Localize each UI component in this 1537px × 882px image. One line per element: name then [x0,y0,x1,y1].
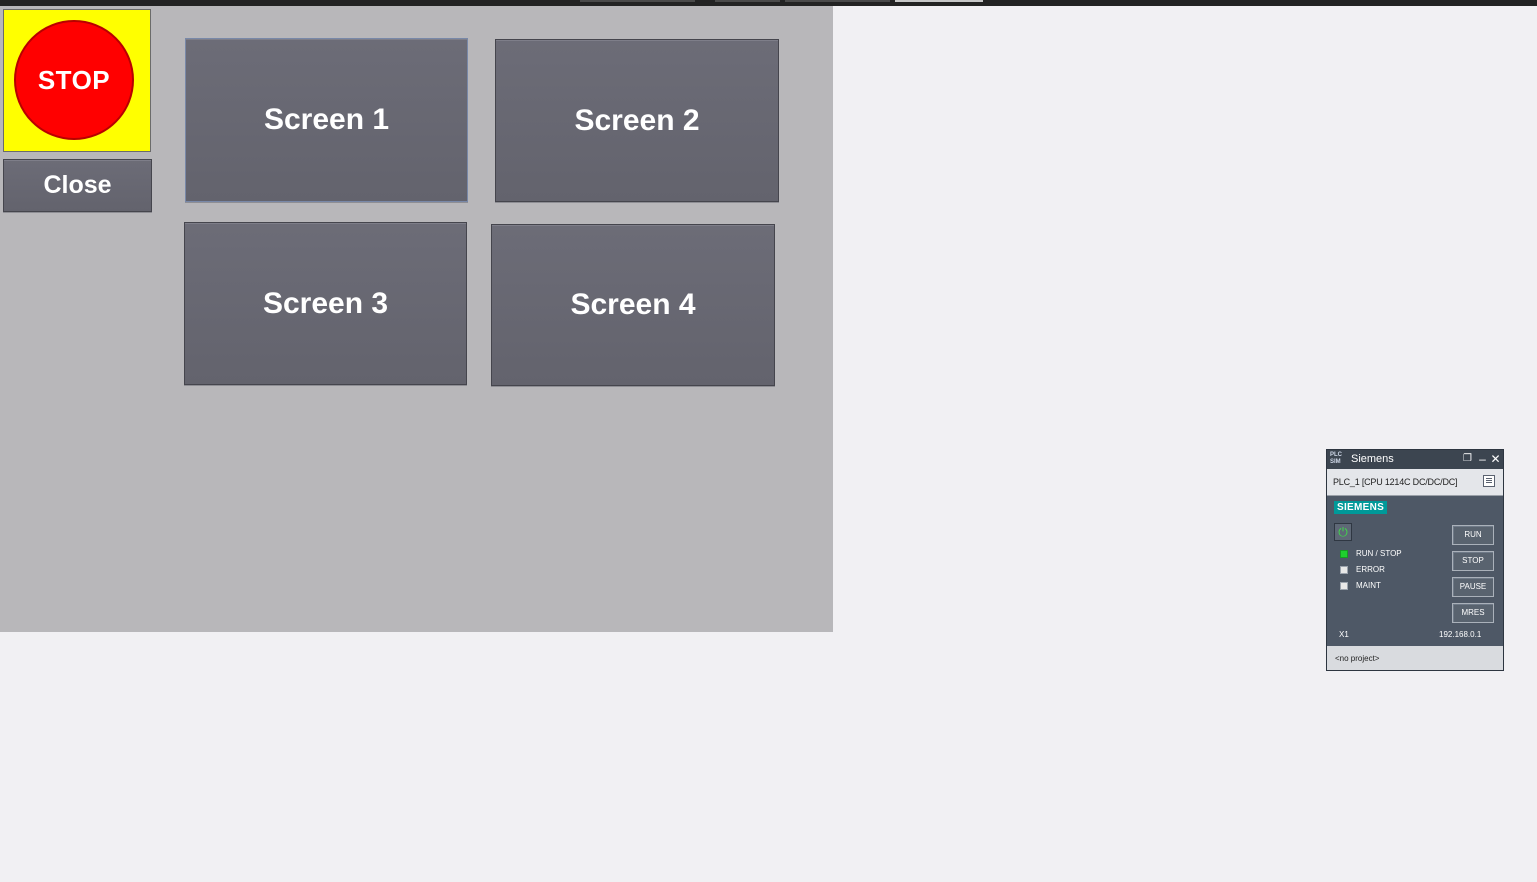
pause-button[interactable]: PAUSE [1452,577,1494,597]
led-label: MAINT [1356,581,1381,590]
ip-address: 192.168.0.1 [1439,630,1482,639]
device-row: PLC_1 [CPU 1214C DC/DC/DC] [1327,469,1503,496]
led-label: RUN / STOP [1356,549,1402,558]
emergency-stop-button[interactable]: STOP [3,9,151,152]
led-label: ERROR [1356,565,1385,574]
plcsim-titlebar[interactable]: PLC SIM Siemens ❐ – ✕ [1327,450,1503,469]
mres-button[interactable]: MRES [1452,603,1494,623]
taskbar-thumbnail [715,0,780,2]
taskbar-thumbnail [580,0,695,2]
led-indicator [1340,566,1348,574]
screen-2-button[interactable]: Screen 2 [495,39,779,202]
minimize-icon[interactable]: – [1476,451,1489,467]
led-indicator [1340,550,1348,558]
window-title: Siemens [1351,453,1394,465]
siemens-logo: SIEMENS [1334,501,1388,514]
interface-label: X1 [1339,630,1349,639]
taskbar-thumbnail [785,0,890,2]
project-status: <no project> [1335,654,1380,663]
plcsim-app-icon: PLC SIM [1330,452,1342,465]
screen-1-button[interactable]: Screen 1 [185,38,468,202]
close-icon[interactable]: ✕ [1489,451,1502,467]
device-properties-icon[interactable] [1483,475,1495,487]
screen-4-button[interactable]: Screen 4 [491,224,775,386]
device-name: PLC_1 [CPU 1214C DC/DC/DC] [1333,477,1458,487]
stop-circle: STOP [14,20,134,140]
stop-button[interactable]: STOP [1452,551,1494,571]
stop-label: STOP [37,64,111,95]
power-icon[interactable]: ⏻ [1334,523,1352,541]
close-button[interactable]: Close [3,159,152,212]
plcsim-window: PLC SIM Siemens ❐ – ✕ PLC_1 [CPU 1214C DC… [1326,449,1504,671]
screen-3-button[interactable]: Screen 3 [184,222,467,385]
run-button[interactable]: RUN [1452,525,1494,545]
led-indicator [1340,582,1348,590]
taskbar-thumbnail [895,0,983,2]
hmi-screen-panel: STOP Close Screen 1 Screen 2 Screen 3 Sc… [0,6,833,632]
restore-icon[interactable]: ❐ [1461,451,1474,467]
project-footer: <no project> [1327,646,1503,670]
